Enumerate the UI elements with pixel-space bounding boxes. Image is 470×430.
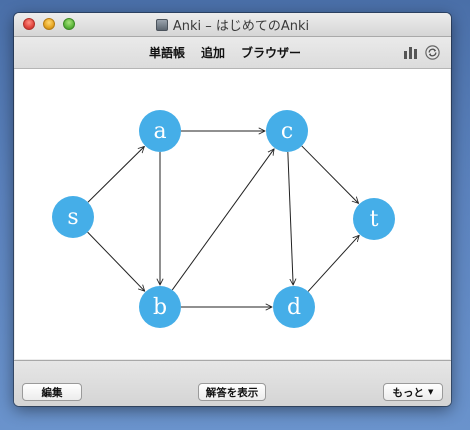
title-bar[interactable]: Anki – はじめてのAnki: [14, 13, 451, 37]
graph-node-c: c: [266, 110, 308, 152]
card-content-area: s a b c d t: [15, 69, 450, 359]
graph-node-t: t: [353, 198, 395, 240]
anki-window: Anki – はじめてのAnki 単語帳 追加 ブラウザー s a b c d …: [14, 13, 451, 406]
show-answer-button[interactable]: 解答を表示: [198, 383, 266, 401]
edge-d-t: [307, 235, 359, 292]
edge-s-a: [87, 146, 144, 203]
edge-s-b: [87, 231, 145, 291]
toolbar-decks-link[interactable]: 単語帳: [149, 44, 185, 61]
toolbar-links: 単語帳 追加 ブラウザー: [149, 37, 317, 68]
graph-node-a: a: [139, 110, 181, 152]
stats-icon[interactable]: [404, 46, 417, 59]
graph-node-s: s: [52, 196, 94, 238]
edit-button[interactable]: 編集: [22, 383, 82, 401]
more-button[interactable]: もっと ▼: [383, 383, 443, 401]
window-title: Anki – はじめてのAnki: [172, 19, 310, 34]
node-label-a: a: [153, 119, 166, 144]
edge-b-c: [171, 149, 274, 291]
chevron-down-icon: ▼: [428, 388, 434, 396]
edit-button-label: 編集: [41, 386, 63, 399]
node-label-t: t: [370, 207, 379, 232]
graph-node-d: d: [273, 286, 315, 328]
node-label-c: c: [281, 119, 293, 144]
more-button-label: もっと: [392, 386, 425, 399]
node-label-b: b: [153, 295, 167, 320]
show-answer-button-label: 解答を表示: [205, 386, 259, 399]
main-toolbar: 単語帳 追加 ブラウザー: [14, 37, 451, 69]
sync-icon[interactable]: [425, 45, 440, 60]
graph-node-b: b: [139, 286, 181, 328]
toolbar-add-link[interactable]: 追加: [201, 44, 225, 61]
edge-c-d: [287, 151, 293, 285]
edge-c-t: [301, 145, 359, 203]
toolbar-browse-link[interactable]: ブラウザー: [241, 44, 301, 61]
graph-diagram: s a b c d t: [52, 110, 395, 328]
node-label-d: d: [287, 295, 301, 320]
reviewer-bottom-bar: 編集 解答を表示 もっと ▼: [14, 360, 451, 406]
node-label-s: s: [67, 205, 78, 230]
anki-icon: [155, 18, 168, 31]
window-title-group: Anki – はじめてのAnki: [14, 13, 451, 36]
